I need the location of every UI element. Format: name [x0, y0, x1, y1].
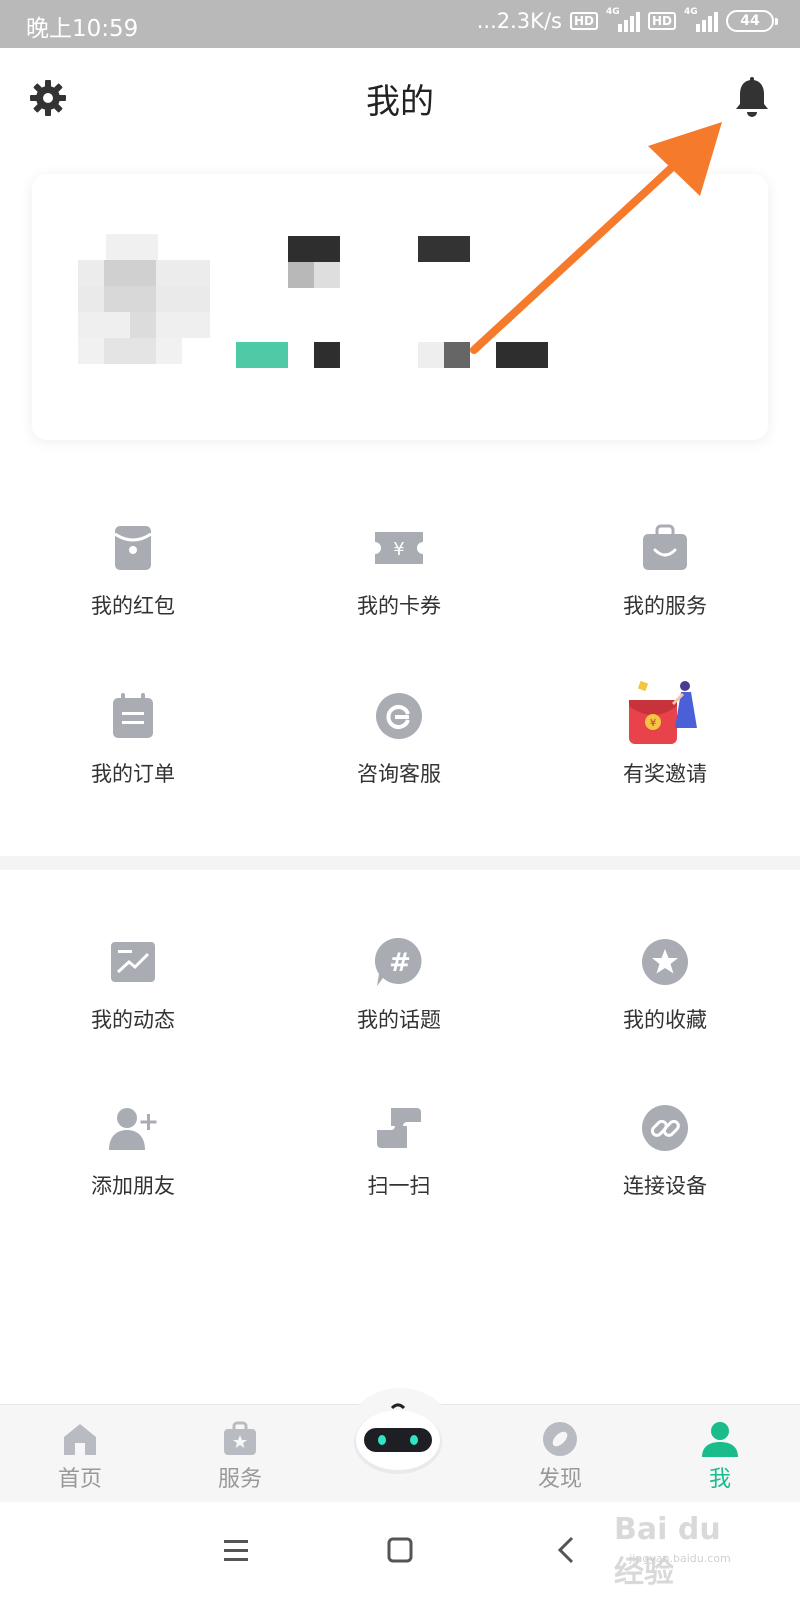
grid-item-label: 扫一扫	[367, 1174, 431, 1198]
tab-label: 服务	[217, 1467, 262, 1492]
tab-label: 我	[708, 1467, 731, 1492]
tab-home[interactable]: 首页	[20, 1419, 140, 1493]
grid-item-label: 有奖邀请	[623, 762, 707, 786]
back-icon[interactable]	[548, 1530, 588, 1570]
grid-item-topic[interactable]: # 我的话题	[266, 934, 532, 1034]
scan-icon	[377, 1108, 421, 1148]
profile-icon	[702, 1422, 738, 1457]
tab-profile[interactable]: 我	[660, 1419, 780, 1493]
red-packet-icon	[114, 526, 152, 570]
grid-item-label: 我的动态	[91, 1008, 175, 1032]
tab-label: 发现	[537, 1467, 582, 1492]
watermark-url: jingyan.baidu.com	[629, 1552, 731, 1565]
grid-item-order[interactable]: 我的订单	[0, 688, 266, 788]
grid-item-label: 我的订单	[91, 762, 175, 786]
link-device-icon	[642, 1105, 688, 1151]
invite-reward-icon: ¥	[629, 680, 697, 744]
moments-icon	[111, 942, 155, 982]
grid-item-service[interactable]: 我的服务	[532, 520, 798, 620]
add-friend-icon	[109, 1108, 157, 1150]
svg-text:¥: ¥	[393, 539, 404, 560]
tab-label: 首页	[57, 1467, 102, 1492]
grid-item-scan[interactable]: 扫一扫	[266, 1100, 532, 1200]
section-divider	[0, 856, 800, 870]
grid-item-label: 我的服务	[623, 594, 707, 618]
robot-icon[interactable]	[350, 1400, 446, 1478]
home-button-icon[interactable]	[380, 1530, 420, 1570]
grid-item-label: 我的收藏	[623, 1008, 707, 1032]
grid-item-link-device[interactable]: 连接设备	[532, 1100, 798, 1200]
grid-item-red-packet[interactable]: 我的红包	[0, 520, 266, 620]
annotation-arrow	[470, 122, 722, 354]
grid-item-moments[interactable]: 我的动态	[0, 934, 266, 1034]
grid-item-invite-reward[interactable]: ¥ 有奖邀请	[532, 672, 798, 788]
grid-item-customer-service[interactable]: 咨询客服	[266, 688, 532, 788]
favorite-star-icon	[642, 939, 688, 985]
home-icon	[64, 1424, 96, 1455]
grid-item-label: 添加朋友	[91, 1174, 175, 1198]
grid-item-label: 我的话题	[357, 1008, 441, 1032]
coupon-icon: ¥	[375, 532, 423, 564]
tab-service[interactable]: 服务	[180, 1419, 300, 1493]
svg-text:#: #	[389, 948, 411, 978]
grid-item-label: 我的卡券	[357, 594, 441, 618]
grid-item-label: 连接设备	[623, 1174, 707, 1198]
grid-item-favorite[interactable]: 我的收藏	[532, 934, 798, 1034]
svg-text:¥: ¥	[650, 718, 656, 729]
grid-item-label: 咨询客服	[357, 762, 441, 786]
order-icon	[113, 693, 153, 738]
tab-discover[interactable]: 发现	[500, 1419, 620, 1493]
menu-icon[interactable]	[216, 1530, 256, 1570]
watermark: Bai du 经验 jingyan.baidu.com	[600, 1512, 760, 1590]
grid-item-add-friend[interactable]: 添加朋友	[0, 1100, 266, 1200]
service-bag-icon	[643, 524, 687, 570]
discover-icon	[543, 1422, 577, 1456]
customer-service-icon	[376, 693, 422, 739]
service-icon	[224, 1421, 256, 1455]
grid-item-label: 我的红包	[91, 594, 175, 618]
topic-hash-icon: #	[374, 937, 422, 986]
grid-item-coupon[interactable]: ¥ 我的卡券	[266, 520, 532, 620]
